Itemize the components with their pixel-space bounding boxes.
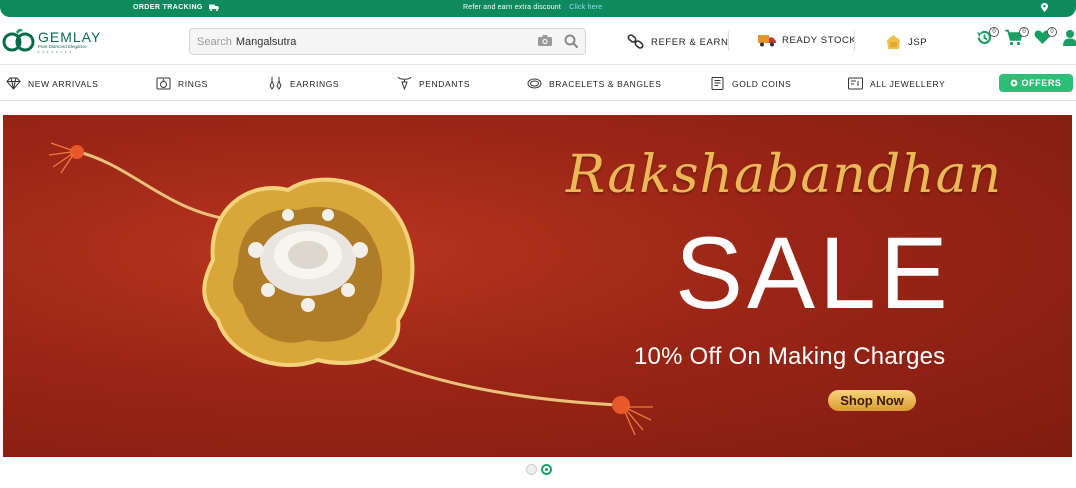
nav-new-arrivals[interactable]: NEW ARRIVALS (6, 77, 98, 90)
account-button[interactable] (1063, 29, 1076, 51)
nav-label: NEW ARRIVALS (28, 78, 99, 89)
nav-label: ALL JEWELLERY (870, 78, 946, 89)
gear-badge-icon (1011, 79, 1018, 87)
nav-label: PENDANTS (419, 78, 471, 89)
nav-pendants[interactable]: PENDANTS (397, 77, 470, 90)
offers-button[interactable]: OFFERS (999, 74, 1073, 92)
site-header: GEMLAY Pure Diamond Elegance • • • • • •… (0, 17, 1076, 65)
ring-icon (156, 77, 171, 90)
nav-label: RINGS (178, 78, 208, 89)
refer-announcement: Refer and earn extra discount Click here (463, 4, 602, 11)
order-tracking-link[interactable]: ORDER TRACKING (133, 4, 219, 11)
nav-label: BRACELETS & BANGLES (549, 78, 662, 89)
cart-button[interactable]: 0 (1005, 27, 1029, 51)
user-icon (1063, 30, 1076, 46)
header-divider (854, 31, 855, 51)
bracelet-icon (527, 78, 542, 89)
ready-stock-link[interactable]: READY STOCK (758, 34, 856, 47)
top-announcement-bar: ORDER TRACKING Refer and earn extra disc… (0, 0, 1076, 17)
location-pin-icon[interactable] (1041, 3, 1048, 14)
refer-earn-label: REFER & EARN (651, 36, 729, 48)
jsp-link[interactable]: JSP (885, 34, 927, 50)
jsp-label: JSP (908, 36, 928, 48)
search-bar[interactable]: Search Mangalsutra (189, 28, 586, 55)
diamond-icon (6, 77, 21, 90)
banner-script-title: Rakshabandhan (566, 145, 1003, 205)
chain-link-icon (627, 34, 644, 49)
refer-earn-link[interactable]: REFER & EARN (627, 34, 728, 50)
banner-subline: 10% Off On Making Charges (634, 343, 946, 370)
brand-dots-decoration: • • • • • • • • (38, 48, 72, 54)
gemlay-logo[interactable]: GEMLAY Pure Diamond Elegance • • • • • •… (2, 27, 101, 55)
carousel-indicators (526, 464, 552, 475)
search-icon[interactable] (564, 34, 578, 48)
brand-name: GEMLAY (38, 28, 102, 45)
ready-stock-label: READY STOCK (782, 35, 857, 46)
banner-headline: SALE (675, 216, 952, 330)
delivery-truck-icon (758, 35, 776, 47)
nav-all-jewellery[interactable]: ALL JEWELLERY (848, 77, 945, 90)
category-nav: NEW ARRIVALS RINGS EARRINGS PENDANTS BRA… (0, 66, 1076, 101)
recent-count-badge: 0 (989, 27, 999, 37)
logo-mark-icon (2, 28, 35, 52)
shop-now-button[interactable]: Shop Now (828, 390, 916, 411)
header-divider (728, 31, 729, 51)
search-input[interactable]: Mangalsutra (236, 36, 297, 48)
carousel-dot-active[interactable] (541, 464, 552, 475)
truck-icon (208, 4, 219, 11)
rakhi-pendant (202, 177, 415, 367)
nav-label: GOLD COINS (732, 78, 792, 89)
earrings-icon (269, 77, 282, 90)
offers-label: OFFERS (1021, 78, 1062, 88)
nav-rings[interactable]: RINGS (156, 77, 208, 90)
carousel-dot[interactable] (526, 464, 537, 475)
nav-bracelets-bangles[interactable]: BRACELETS & BANGLES (527, 77, 662, 90)
jewellery-icon (848, 77, 863, 90)
refer-text: Refer and earn extra discount (463, 4, 562, 11)
cart-count-badge: 0 (1019, 27, 1029, 37)
wishlist-button[interactable]: 0 (1034, 27, 1057, 50)
search-placeholder: Search (197, 35, 232, 48)
nav-earrings[interactable]: EARRINGS (268, 77, 339, 90)
nav-gold-coins[interactable]: GOLD COINS (710, 77, 791, 90)
pendant-icon (397, 77, 412, 90)
recently-viewed-button[interactable]: 0 (976, 27, 999, 51)
camera-search-icon[interactable] (538, 35, 552, 46)
jsp-bag-icon (887, 35, 900, 49)
order-tracking-label: ORDER TRACKING (133, 4, 203, 11)
refer-click-here-link[interactable]: Click here (569, 4, 602, 11)
hero-banner[interactable]: Rakshabandhan SALE 10% Off On Making Cha… (3, 115, 1072, 457)
coin-icon (711, 77, 724, 90)
wishlist-count-badge: 0 (1047, 27, 1057, 37)
nav-label: EARRINGS (290, 78, 340, 89)
